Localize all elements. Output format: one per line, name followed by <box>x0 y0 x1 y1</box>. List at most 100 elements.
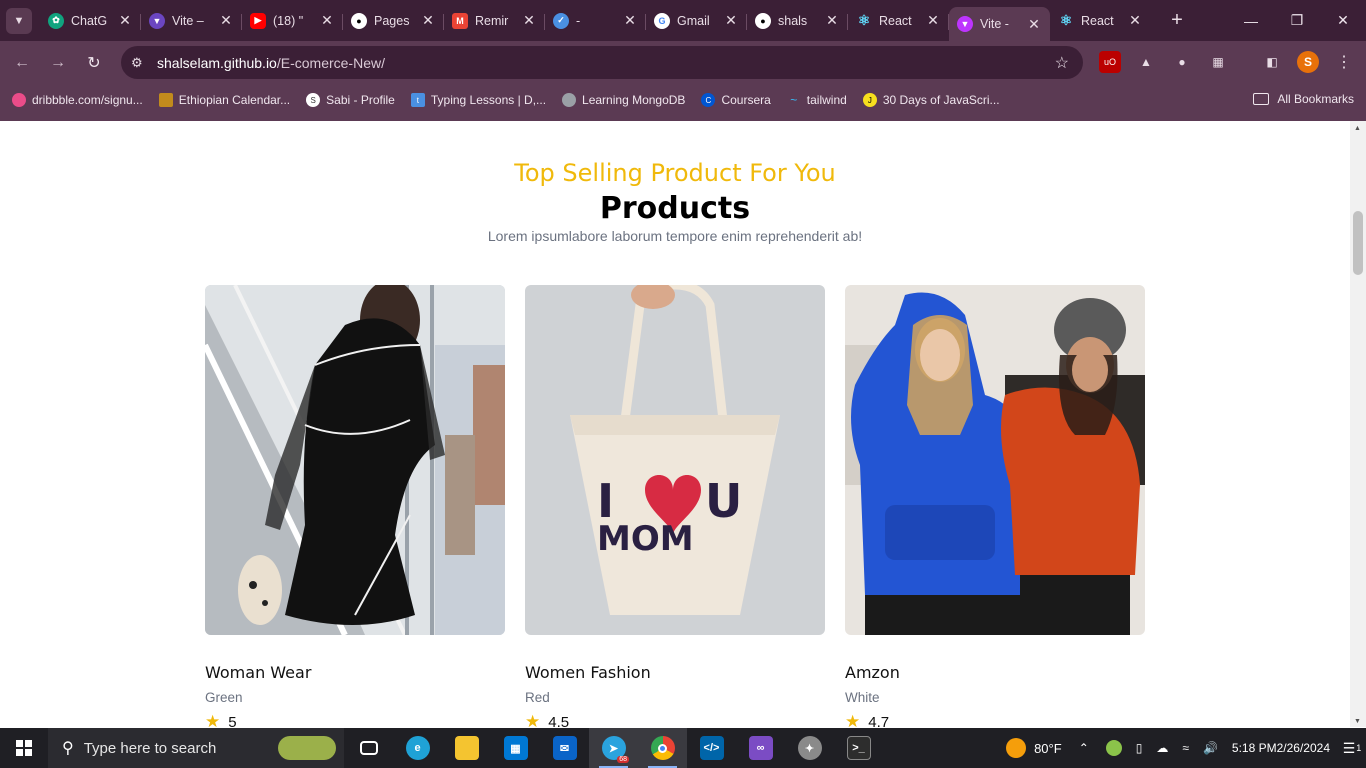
product-card[interactable]: Woman Wear Green ★ 5 <box>205 285 505 727</box>
product-grid: Woman Wear Green ★ 5 I U MOM Women Fashi… <box>205 285 1145 727</box>
extension-icon[interactable]: ▲ <box>1135 51 1157 73</box>
taskbar-search[interactable]: ⚲ Type here to search <box>48 728 344 768</box>
profile-avatar[interactable]: S <box>1297 51 1319 73</box>
close-window-icon[interactable]: ✕ <box>1320 0 1366 41</box>
bookmark-mongodb[interactable]: Learning MongoDB <box>562 93 685 107</box>
tab-react-2[interactable]: ⚛ React ✕ <box>1050 5 1151 37</box>
bookmark-coursera[interactable]: C Coursera <box>701 93 771 107</box>
google-icon: G <box>654 12 670 29</box>
windows-logo-icon <box>16 740 32 756</box>
all-bookmarks-button[interactable]: All Bookmarks <box>1253 92 1354 106</box>
bookmark-sabi-profile[interactable]: S Sabi - Profile <box>306 93 395 107</box>
notification-center-button[interactable]: ☰ 1 <box>1338 728 1366 768</box>
tab-github-pages[interactable]: ● Pages ✕ <box>343 5 444 37</box>
vscode-app[interactable]: </> <box>687 728 736 768</box>
scroll-up-arrow-icon[interactable]: ▲ <box>1354 125 1361 132</box>
tray-overflow-chevron-icon[interactable]: ⌃ <box>1069 741 1099 755</box>
bookmark-typing-lessons[interactable]: t Typing Lessons | D,... <box>410 93 546 107</box>
clock-time: 5:18 PM <box>1231 741 1277 755</box>
close-icon[interactable]: ✕ <box>1026 16 1042 33</box>
restore-icon[interactable]: ❐ <box>1274 0 1320 41</box>
address-bar[interactable]: ⚙ shalselam.github.io/E-comerce-New/ ☆ <box>121 46 1083 79</box>
edge-app[interactable]: e <box>393 728 442 768</box>
close-icon[interactable]: ✕ <box>622 12 638 29</box>
volume-icon[interactable]: 🔊 <box>1196 741 1225 755</box>
unity-app[interactable]: ✦ <box>785 728 834 768</box>
gmail-icon: M <box>452 12 468 29</box>
product-image[interactable]: I U MOM <box>525 285 825 635</box>
product-rating: ★ 5 <box>205 712 505 727</box>
bookmark-star-icon[interactable]: ☆ <box>1055 53 1069 73</box>
close-icon[interactable]: ✕ <box>420 12 436 29</box>
product-card[interactable]: I U MOM Women Fashion Red ★ 4.5 <box>525 285 825 727</box>
phone-link-icon[interactable]: ▯ <box>1129 741 1150 755</box>
youtube-icon: ▶ <box>250 12 266 29</box>
site-settings-icon[interactable]: ⚙ <box>131 55 149 71</box>
tab-react-1[interactable]: ⚛ React ✕ <box>848 5 949 37</box>
tab-github-shals[interactable]: ● shals ✕ <box>747 5 848 37</box>
product-image[interactable] <box>845 285 1145 635</box>
onedrive-icon[interactable]: ☁ <box>1149 741 1175 755</box>
javascript-icon: J <box>862 93 877 107</box>
tray-app-icon[interactable] <box>1099 740 1129 756</box>
extensions-puzzle-icon[interactable]: ▦ <box>1207 51 1229 73</box>
new-tab-button[interactable]: + <box>1163 9 1191 32</box>
close-icon[interactable]: ✕ <box>117 12 133 29</box>
tab-vite-1[interactable]: ▼ Vite – ✕ <box>141 5 242 37</box>
close-icon[interactable]: ✕ <box>925 12 941 29</box>
edge-icon: e <box>405 736 430 760</box>
extension-icon[interactable]: ● <box>1171 51 1193 73</box>
weather-temp: 80°F <box>1034 740 1062 756</box>
page-scrollbar[interactable]: ▲ ▼ <box>1350 121 1366 727</box>
tab-gmail[interactable]: G Gmail ✕ <box>646 5 747 37</box>
github-icon: ● <box>755 12 771 29</box>
file-explorer-app[interactable] <box>442 728 491 768</box>
close-icon[interactable]: ✕ <box>723 12 739 29</box>
star-icon: ★ <box>205 712 221 727</box>
task-view-button[interactable] <box>344 728 393 768</box>
bookmark-30-days-js[interactable]: J 30 Days of JavaScri... <box>862 93 1000 107</box>
bookmark-ethiopian-calendar[interactable]: Ethiopian Calendar... <box>158 93 290 107</box>
scroll-down-arrow-icon[interactable]: ▼ <box>1354 718 1361 725</box>
mail-app[interactable]: ✉ <box>540 728 589 768</box>
bag-print-word-mom: MOM <box>597 519 694 559</box>
forward-icon[interactable]: → <box>40 54 76 72</box>
weather-widget[interactable]: 80°F <box>999 738 1069 758</box>
close-icon[interactable]: ✕ <box>319 12 335 29</box>
bookmark-dribbble[interactable]: dribbble.com/signu... <box>12 93 143 107</box>
tab-chatgpt[interactable]: ✿ ChatG ✕ <box>40 5 141 37</box>
tab-youtube[interactable]: ▶ (18) " ✕ <box>242 5 343 37</box>
close-icon[interactable]: ✕ <box>218 12 234 29</box>
start-button[interactable] <box>0 728 48 768</box>
tab-search-button[interactable]: ▼ <box>6 7 32 34</box>
close-icon[interactable]: ✕ <box>824 12 840 29</box>
side-panel-icon[interactable]: ◧ <box>1261 51 1283 73</box>
back-icon[interactable]: ← <box>4 54 40 72</box>
tab-vite-active[interactable]: ▼ Vite - ✕ <box>949 7 1050 41</box>
section-subtitle: Top Selling Product For You <box>514 159 836 187</box>
bag-print-letter-u: U <box>705 474 742 528</box>
ublock-icon[interactable]: uO <box>1099 51 1121 73</box>
typing-icon: t <box>410 93 425 107</box>
taskbar-clock[interactable]: 5:18 PM 2/26/2024 <box>1225 740 1338 756</box>
bookmark-tailwind[interactable]: ~ tailwind <box>787 93 847 107</box>
wifi-icon[interactable]: ≈ <box>1175 741 1196 755</box>
terminal-app[interactable]: >_ <box>834 728 883 768</box>
product-rating: ★ 4.7 <box>845 712 1145 727</box>
store-app[interactable]: ▦ <box>491 728 540 768</box>
menu-kebab-icon[interactable]: ⋮ <box>1333 51 1355 73</box>
visual-studio-app[interactable]: ∞ <box>736 728 785 768</box>
reload-icon[interactable]: ↻ <box>76 53 112 73</box>
scrollbar-thumb[interactable] <box>1353 211 1363 275</box>
close-icon[interactable]: ✕ <box>1127 12 1143 29</box>
chrome-app[interactable] <box>638 728 687 768</box>
tab-gmail-reminder[interactable]: M Remir ✕ <box>444 5 545 37</box>
minimize-icon[interactable]: — <box>1228 0 1274 41</box>
rating-value: 4.7 <box>868 713 890 728</box>
product-image[interactable] <box>205 285 505 635</box>
close-icon[interactable]: ✕ <box>521 12 537 29</box>
visual-studio-icon: ∞ <box>748 736 773 760</box>
product-card[interactable]: Amzon White ★ 4.7 <box>845 285 1145 727</box>
telegram-app[interactable]: ➤ 68 <box>589 728 638 768</box>
tab-tasks[interactable]: ✓ - ✕ <box>545 5 646 37</box>
